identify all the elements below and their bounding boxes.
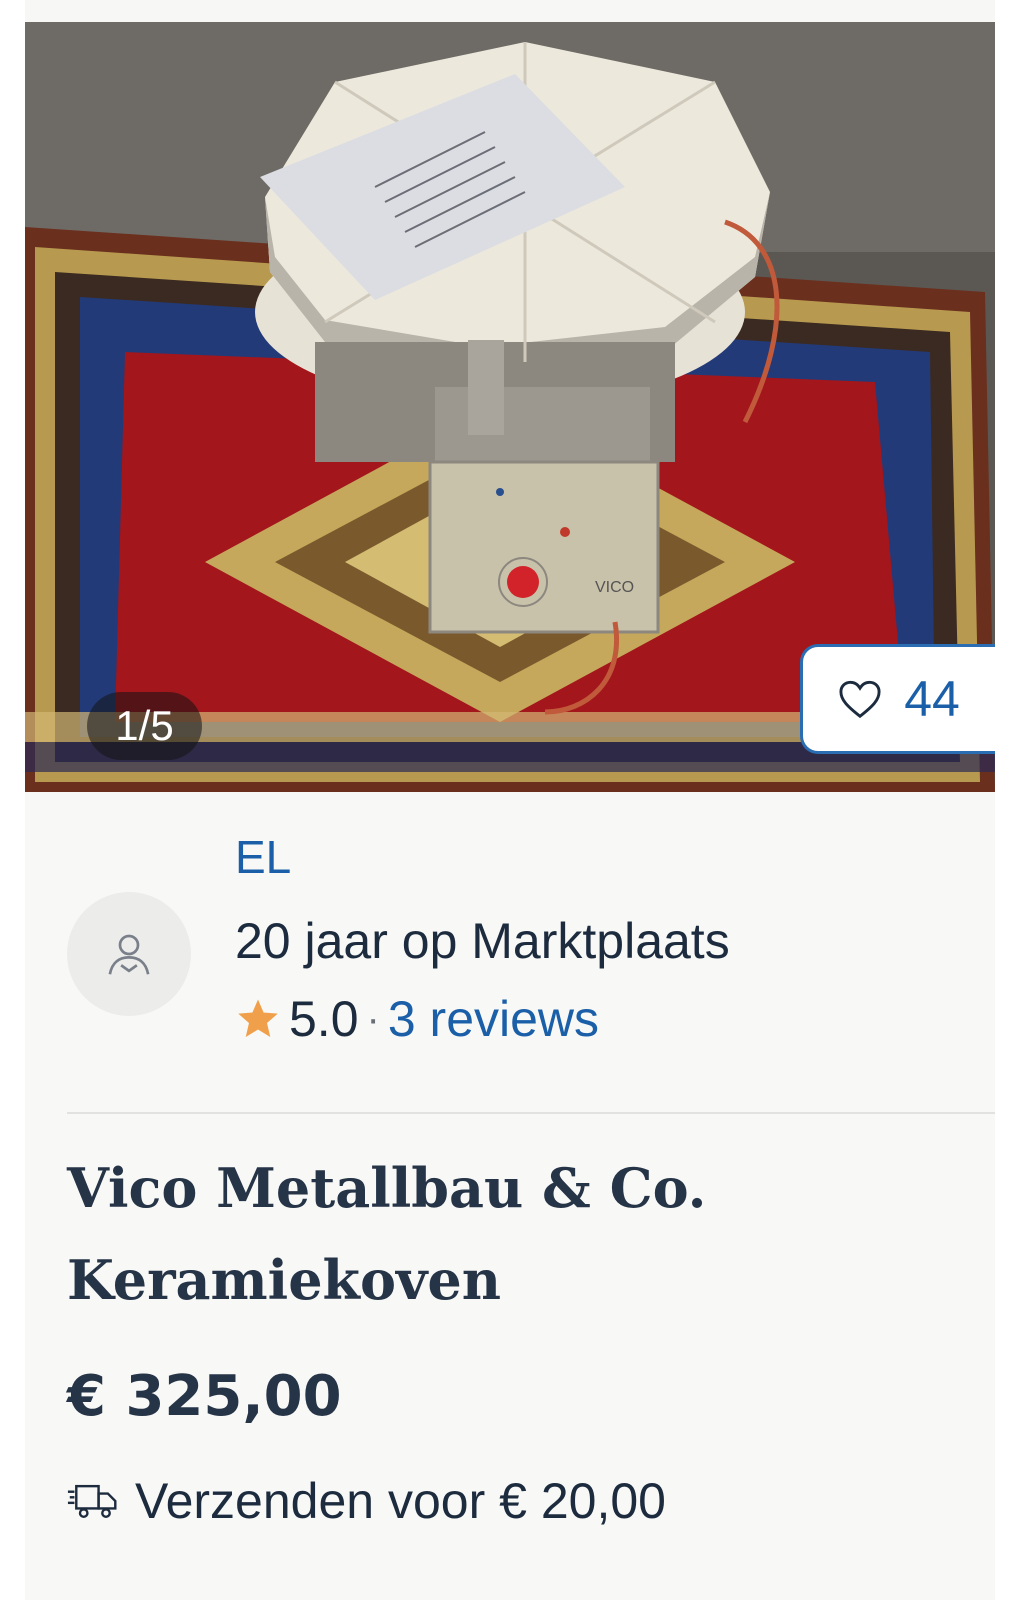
shipping-text: Verzenden voor € 20,00 xyxy=(135,1473,666,1529)
shipping-info: Verzenden voor € 20,00 xyxy=(67,1472,666,1530)
listing-title: Vico Metallbau & Co. Keramiekoven xyxy=(67,1142,967,1326)
heart-outline-icon xyxy=(839,680,881,719)
listing-page: VICO 1/5 44 EL 20 jaar op Marktplaats 5.… xyxy=(0,0,1029,1600)
photo-counter: 1/5 xyxy=(87,692,202,760)
favorite-count: 44 xyxy=(904,671,960,727)
favorite-button[interactable]: 44 xyxy=(800,644,995,754)
listing-title-line-2: Keramiekoven xyxy=(67,1248,501,1312)
svg-text:VICO: VICO xyxy=(595,579,634,596)
listing-details: EL 20 jaar op Marktplaats 5.0 · 3 review… xyxy=(25,792,995,1600)
top-strip xyxy=(25,0,995,22)
seller-rating: 5.0 · 3 reviews xyxy=(235,990,599,1048)
listing-photo[interactable]: VICO 1/5 44 xyxy=(25,22,995,792)
listing-price: € 325,00 xyxy=(67,1364,342,1429)
seller-membership: 20 jaar op Marktplaats xyxy=(235,913,730,969)
delivery-truck-icon xyxy=(67,1484,117,1518)
star-icon xyxy=(238,999,278,1038)
reviews-link[interactable]: 3 reviews xyxy=(388,990,599,1048)
seller-name-link[interactable]: EL xyxy=(235,830,291,884)
user-icon xyxy=(108,934,150,975)
section-divider xyxy=(67,1112,995,1114)
listing-title-line-1: Vico Metallbau & Co. xyxy=(67,1156,707,1220)
rating-separator: · xyxy=(366,996,380,1041)
rating-value: 5.0 xyxy=(289,991,359,1047)
seller-avatar[interactable] xyxy=(67,892,191,1016)
